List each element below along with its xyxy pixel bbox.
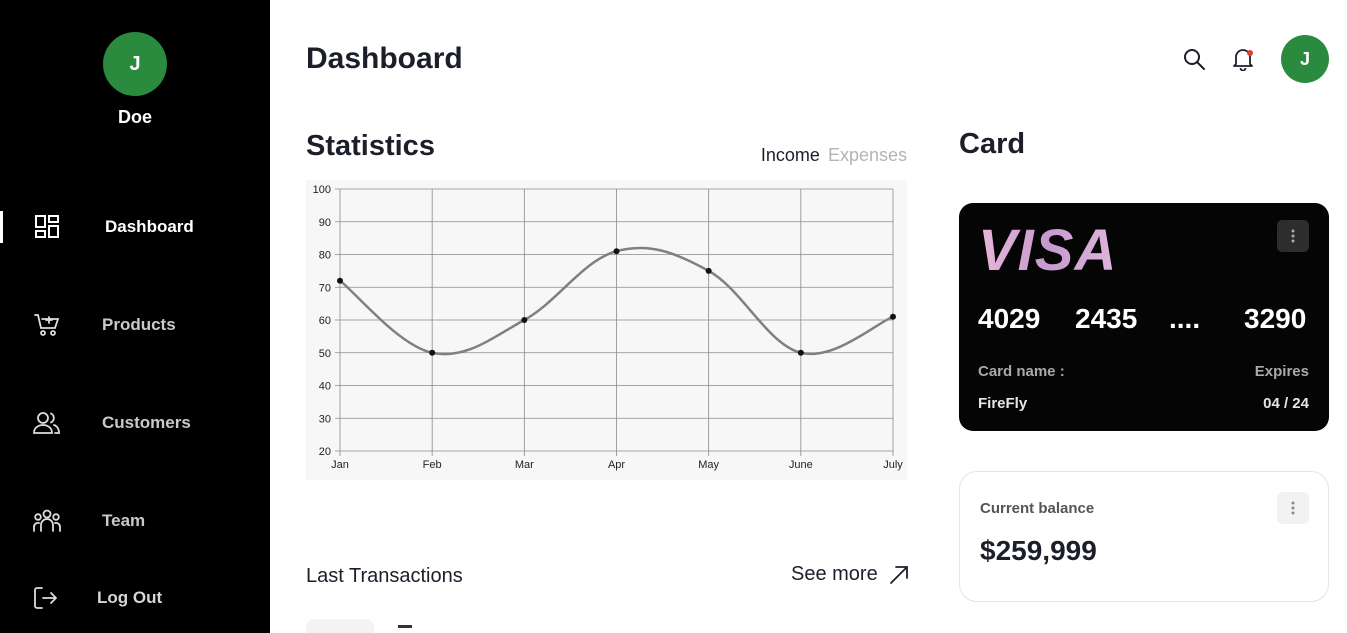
- notifications-button[interactable]: [1228, 44, 1258, 74]
- y-tick-label: 50: [319, 348, 331, 360]
- sidebar: J Doe Dashboard Products Customers Team …: [0, 0, 270, 633]
- card-title: Card: [959, 128, 1026, 160]
- notification-dot: [1247, 50, 1253, 56]
- statistics-title: Statistics: [306, 130, 435, 162]
- sidebar-item-label: Products: [102, 315, 176, 334]
- kebab-icon: [1291, 501, 1295, 515]
- card-expires-value: 04 / 24: [1263, 395, 1309, 412]
- transaction-row-partial: [398, 625, 412, 628]
- balance-value: $259,999: [980, 535, 1097, 566]
- users-icon: [32, 408, 62, 438]
- y-tick-label: 20: [319, 446, 331, 458]
- visa-card: VISA 4029 2435 .... 3290 Card name : Exp…: [959, 203, 1329, 431]
- x-tick-label: Jan: [331, 459, 349, 471]
- header-avatar[interactable]: J: [1281, 35, 1329, 83]
- sidebar-item-label: Log Out: [97, 588, 163, 607]
- x-tick-label: Feb: [423, 459, 442, 471]
- balance-card: Current balance $259,999: [959, 471, 1329, 602]
- chart-legend: Income Expenses: [761, 145, 907, 166]
- team-icon: [32, 506, 62, 536]
- y-tick-label: 30: [319, 413, 331, 425]
- sidebar-item-logout[interactable]: Log Out: [0, 578, 270, 618]
- kebab-icon: [1291, 229, 1295, 243]
- y-tick-label: 40: [319, 381, 331, 393]
- sidebar-item-team[interactable]: Team: [0, 501, 270, 541]
- data-point: [429, 349, 436, 356]
- sidebar-user-name: Doe: [117, 107, 152, 127]
- card-expires-label: Expires: [1254, 363, 1309, 380]
- sidebar-item-label: Dashboard: [105, 217, 194, 236]
- balance-menu-button[interactable]: [1277, 492, 1309, 524]
- data-point: [521, 317, 528, 323]
- data-point: [705, 267, 712, 274]
- x-tick-label: May: [698, 459, 719, 471]
- y-tick-label: 70: [319, 282, 331, 294]
- sidebar-avatar[interactable]: J: [103, 32, 167, 96]
- page-title: Dashboard: [306, 42, 463, 75]
- arrow-up-right-icon: [889, 565, 908, 584]
- card-name-label: Card name :: [978, 363, 1065, 380]
- sidebar-item-customers[interactable]: Customers: [0, 403, 270, 443]
- transactions-title: Last Transactions: [306, 565, 463, 587]
- visa-logo: VISA: [978, 218, 1118, 283]
- see-more-link[interactable]: See more: [791, 563, 910, 586]
- data-point: [890, 313, 896, 320]
- card-name-value: FireFly: [978, 395, 1028, 412]
- data-point: [797, 349, 804, 356]
- dashboard-icon: [32, 212, 62, 242]
- y-tick-label: 80: [319, 250, 331, 262]
- see-more-label: See more: [791, 563, 878, 585]
- card-number-group-1: 4029: [978, 303, 1041, 334]
- line-chart: 100 90 80 70 60 50 40 30 20Jan Feb Mar Apr May June Ju…: [313, 184, 904, 471]
- y-tick-label: 90: [319, 217, 331, 229]
- sidebar-item-label: Customers: [102, 413, 191, 432]
- card-number-group-2: 2435: [1075, 303, 1138, 334]
- x-tick-label: Mar: [515, 459, 534, 471]
- sidebar-item-label: Team: [102, 511, 146, 530]
- sidebar-item-products[interactable]: Products: [0, 305, 270, 345]
- data-point: [337, 277, 343, 284]
- legend-income[interactable]: Income: [761, 145, 820, 166]
- card-number-group-4: 3290: [1244, 303, 1307, 334]
- y-tick-label: 100: [313, 184, 331, 196]
- card-number-group-3: ....: [1169, 303, 1201, 334]
- logout-icon: [30, 583, 60, 613]
- y-tick-label: 60: [319, 315, 331, 327]
- transaction-thumbnail: [306, 619, 374, 633]
- search-button[interactable]: [1179, 44, 1209, 74]
- x-tick-label: June: [789, 459, 813, 471]
- x-tick-label: July: [883, 459, 903, 471]
- x-tick-label: Apr: [608, 459, 625, 471]
- card-menu-button[interactable]: [1277, 220, 1309, 252]
- sidebar-item-dashboard[interactable]: Dashboard: [0, 207, 270, 247]
- search-icon: [1184, 49, 1205, 70]
- legend-expenses[interactable]: Expenses: [828, 145, 907, 166]
- statistics-chart: 100 90 80 70 60 50 40 30 20 Jan Feb Mar Apr May June Ju…: [306, 180, 907, 480]
- balance-label: Current balance: [980, 500, 1095, 517]
- cart-icon: [32, 310, 62, 340]
- data-point: [613, 248, 620, 255]
